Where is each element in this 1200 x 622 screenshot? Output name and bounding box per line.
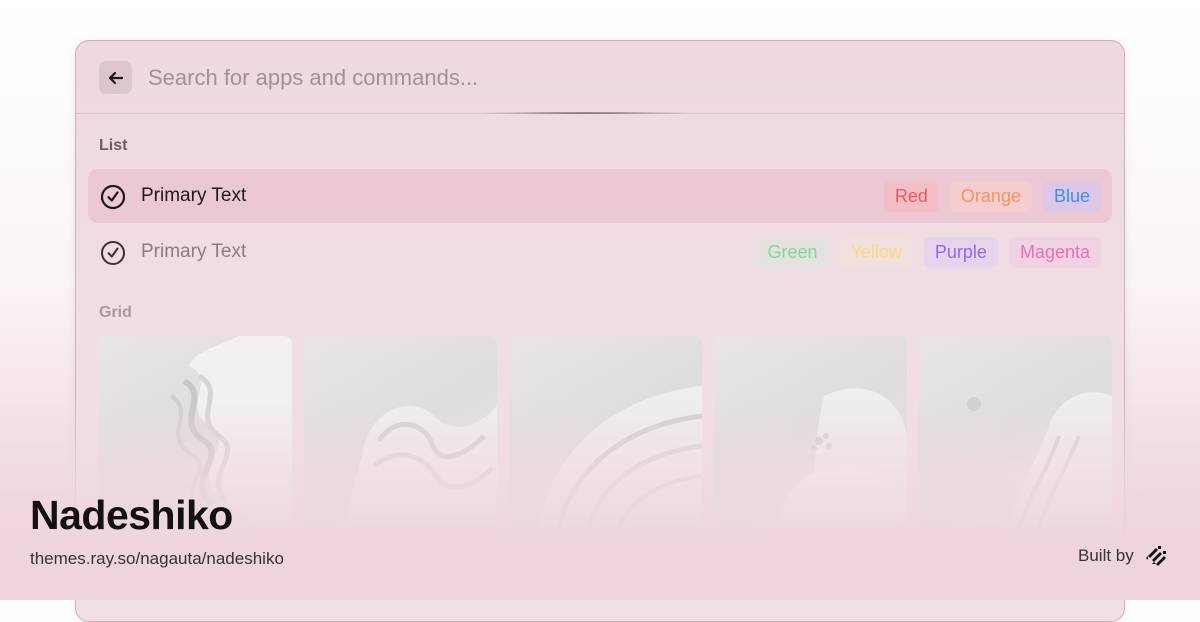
list-item-label: Primary Text bbox=[141, 241, 247, 262]
list-item-label: Primary Text bbox=[141, 185, 247, 206]
section-title-grid: Grid bbox=[99, 304, 132, 321]
tag-group: Green Yellow Purple Magenta bbox=[756, 237, 1101, 268]
arrow-left-icon bbox=[108, 71, 123, 84]
tag-magenta: Magenta bbox=[1008, 237, 1101, 268]
tag-red: Red bbox=[883, 181, 939, 212]
tag-purple: Purple bbox=[923, 237, 998, 268]
theme-url-link[interactable]: themes.ray.so/nagauta/nadeshiko bbox=[30, 549, 284, 569]
section-title-list: List bbox=[99, 137, 128, 154]
check-circle-icon bbox=[100, 184, 126, 210]
tag-blue: Blue bbox=[1042, 181, 1101, 212]
tag-green: Green bbox=[756, 237, 829, 268]
list-item[interactable]: Primary Text Green Yellow Purple Magenta bbox=[88, 225, 1112, 279]
tag-group: Red Orange Blue bbox=[883, 181, 1101, 212]
list-item-selected[interactable]: Primary Text Red Orange Blue bbox=[88, 169, 1112, 223]
check-circle-icon bbox=[101, 241, 125, 265]
tag-yellow: Yellow bbox=[839, 237, 913, 268]
tag-orange: Orange bbox=[949, 181, 1032, 212]
raycast-logo-icon[interactable] bbox=[1143, 543, 1169, 569]
back-button[interactable] bbox=[99, 61, 132, 94]
theme-title: Nadeshiko bbox=[30, 492, 233, 538]
search-bar bbox=[76, 41, 1124, 114]
search-input[interactable] bbox=[146, 59, 1050, 97]
built-by-label: Built by bbox=[1078, 546, 1134, 565]
